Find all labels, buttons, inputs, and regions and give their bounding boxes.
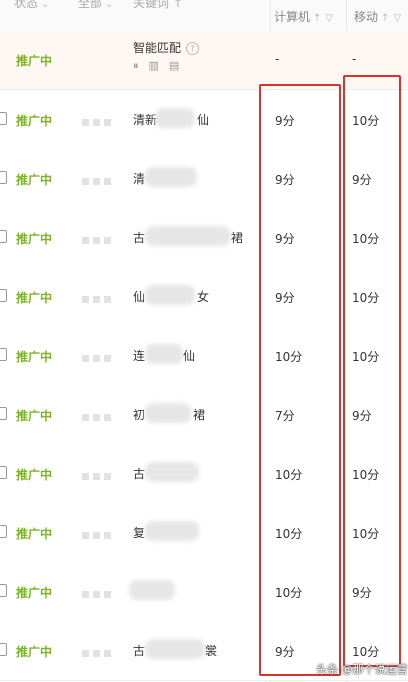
group-placeholder: [82, 174, 115, 188]
row-checkbox[interactable]: [0, 171, 7, 184]
clipboard-icon[interactable]: ▤: [169, 59, 179, 72]
status-text: 推广中: [16, 291, 53, 305]
watermark: 头条 @那个说运营: [316, 663, 408, 676]
status-text: 推广中: [16, 54, 53, 68]
row-checkbox[interactable]: [0, 112, 7, 125]
keyword-table: 状态 ⌄ 全部 ⌄ 关键词 ↑ 计算机 ↑ ▽ 移动 ↑ ▽ 推广中 智能匹配? ⏸ ▥ ▤ -…: [0, 0, 408, 682]
sort-icon[interactable]: ↑: [313, 13, 321, 24]
smart-match-label: 智能匹配?: [133, 39, 200, 56]
header-pc[interactable]: 计算机 ↑ ▽: [274, 8, 333, 25]
group-placeholder: [82, 528, 115, 542]
pc-score: -: [275, 52, 280, 66]
redacted-text: [145, 226, 231, 246]
status-text: 推广中: [16, 527, 53, 541]
group-placeholder: [82, 469, 115, 483]
pause-icon[interactable]: ⏸: [133, 59, 139, 73]
row-checkbox[interactable]: [0, 348, 7, 361]
sort-icon[interactable]: ↑: [381, 13, 389, 24]
header-keyword[interactable]: 关键词 ↑: [133, 0, 183, 11]
row-checkbox[interactable]: [0, 584, 7, 597]
row-checkbox[interactable]: [0, 289, 7, 302]
filter-icon[interactable]: ▽: [325, 13, 333, 24]
smart-match-actions: ⏸ ▥ ▤: [133, 58, 189, 73]
redacted-text: [145, 403, 191, 423]
group-placeholder: [82, 646, 115, 660]
redacted-text: [155, 108, 195, 128]
row-checkbox[interactable]: [0, 407, 7, 420]
redacted-text: [145, 521, 199, 541]
redacted-text: [145, 285, 195, 305]
bar-chart-icon[interactable]: ▥: [149, 59, 159, 72]
mobile-score: -: [352, 52, 357, 66]
group-placeholder: [82, 115, 115, 129]
row-checkbox[interactable]: [0, 230, 7, 243]
status-text: 推广中: [16, 350, 53, 364]
pc-highlight-box: [259, 84, 341, 676]
group-placeholder: [82, 587, 115, 601]
group-placeholder: [82, 292, 115, 306]
header-group[interactable]: 全部 ⌄: [78, 0, 113, 11]
status-text: 推广中: [16, 232, 53, 246]
redacted-text: [129, 580, 175, 600]
redacted-text: [145, 462, 199, 482]
redacted-text: [145, 344, 183, 364]
row-checkbox[interactable]: [0, 643, 7, 656]
filter-icon[interactable]: ▽: [393, 13, 401, 24]
header-mobile[interactable]: 移动 ↑ ▽: [354, 8, 401, 25]
group-placeholder: [82, 351, 115, 365]
status-text: 推广中: [16, 586, 53, 600]
group-placeholder: [82, 233, 115, 247]
status-text: 推广中: [16, 409, 53, 423]
chevron-down-icon: ⌄: [105, 0, 114, 10]
group-placeholder: [82, 410, 115, 424]
status-text: 推广中: [16, 645, 53, 659]
header-status[interactable]: 状态 ⌄: [14, 0, 49, 11]
row-checkbox[interactable]: [0, 466, 7, 479]
row-checkbox[interactable]: [0, 525, 7, 538]
mobile-highlight-box: [343, 75, 401, 667]
status-text: 推广中: [16, 468, 53, 482]
redacted-text: [145, 167, 197, 187]
redacted-text: [145, 639, 205, 659]
chevron-down-icon: ⌄: [41, 0, 50, 10]
status-text: 推广中: [16, 114, 53, 128]
help-icon[interactable]: ?: [186, 42, 200, 55]
status-text: 推广中: [16, 173, 53, 187]
